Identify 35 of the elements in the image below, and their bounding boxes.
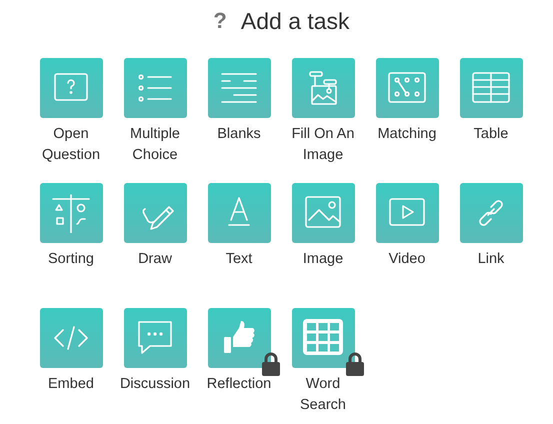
task-label: Reflection bbox=[206, 375, 272, 394]
task-label: Text bbox=[224, 250, 254, 269]
task-tile[interactable] bbox=[292, 183, 354, 243]
task-tile[interactable] bbox=[208, 183, 270, 243]
task-tile[interactable] bbox=[124, 58, 186, 118]
task-tile[interactable] bbox=[208, 58, 270, 118]
grid-icon bbox=[301, 318, 345, 358]
task-tile[interactable] bbox=[460, 58, 522, 118]
task-label: Fill On An Image bbox=[290, 125, 356, 165]
task-label: Video bbox=[388, 250, 426, 269]
task-tile[interactable] bbox=[460, 183, 522, 243]
task-label: Discussion bbox=[118, 375, 192, 394]
task-tile[interactable] bbox=[208, 308, 270, 368]
task-label: Word Search bbox=[299, 375, 347, 415]
task-tile[interactable] bbox=[40, 58, 102, 118]
task-label: Open Question bbox=[40, 125, 102, 165]
help-icon[interactable]: ? bbox=[213, 8, 227, 34]
task-label: Sorting bbox=[47, 250, 95, 269]
page-title: Add a task bbox=[240, 8, 350, 34]
task-label: Image bbox=[302, 250, 344, 269]
task-tile[interactable] bbox=[292, 58, 354, 118]
task-tile[interactable] bbox=[124, 308, 186, 368]
task-tile[interactable] bbox=[124, 183, 186, 243]
task-label: Embed bbox=[47, 375, 95, 394]
task-label: Draw bbox=[137, 250, 173, 269]
task-tile[interactable] bbox=[40, 308, 102, 368]
task-label: Table bbox=[472, 125, 510, 144]
task-tile[interactable] bbox=[376, 58, 438, 118]
task-label: Blanks bbox=[216, 125, 262, 144]
task-tile[interactable] bbox=[40, 183, 102, 243]
task-tile[interactable] bbox=[376, 183, 438, 243]
task-label: Link bbox=[476, 250, 506, 269]
task-label: Matching bbox=[376, 125, 438, 144]
task-label: Multiple Choice bbox=[129, 125, 181, 165]
task-tile[interactable] bbox=[292, 308, 354, 368]
